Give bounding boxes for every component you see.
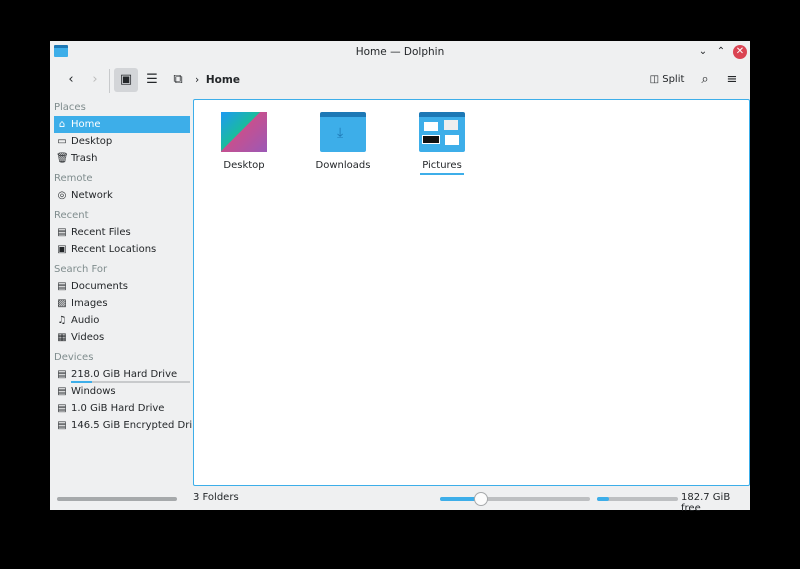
file-name: Pictures: [402, 160, 482, 175]
sidebar-item-146-5-gib-encrypted-drive[interactable]: ▤ 146.5 GiB Encrypted Drive: [50, 417, 192, 434]
sidebar-item-label: 1.0 GiB Hard Drive: [71, 403, 165, 414]
sidebar-item-images[interactable]: ▨ Images: [50, 295, 192, 312]
desktop-thumbnail: [221, 112, 267, 152]
breadcrumb[interactable]: › Home: [195, 68, 240, 92]
home-icon: ⌂: [58, 119, 66, 130]
sidebar-item-audio[interactable]: ♫ Audio: [50, 312, 192, 329]
details-view-button[interactable]: ☰: [140, 68, 164, 92]
icons-view-button[interactable]: ▣: [114, 68, 138, 92]
title-bar: Home — Dolphin ⌄ ⌃ ✕: [50, 41, 750, 63]
maximize-icon[interactable]: ⌃: [714, 45, 728, 59]
dolphin-window: Home — Dolphin ⌄ ⌃ ✕ ‹ › ▣ ☰ ⧉ › Home ◫ …: [50, 41, 750, 514]
status-bar: 3 Folders 182.7 GiB free: [50, 487, 750, 514]
recent-locations-icon: ▣: [57, 244, 67, 255]
file-item-pictures[interactable]: Pictures: [402, 112, 482, 175]
sidebar-item-label: Audio: [71, 315, 100, 326]
desktop-icon: ▭: [57, 136, 67, 147]
drive-unmounted-icon: ▤: [57, 386, 67, 397]
file-item-desktop[interactable]: Desktop: [204, 112, 284, 171]
file-item-downloads[interactable]: ⤓ Downloads: [303, 112, 383, 171]
toolbar-separator: [109, 69, 110, 93]
sidebar-item-label: Recent Files: [71, 227, 131, 238]
sidebar-item-documents[interactable]: ▤ Documents: [50, 278, 192, 295]
status-summary: 3 Folders: [193, 492, 239, 503]
section-header: Devices: [54, 352, 94, 363]
sidebar-item-recent-locations[interactable]: ▣ Recent Locations: [50, 241, 192, 258]
breadcrumb-home[interactable]: Home: [206, 74, 240, 86]
search-icon: ⌕: [701, 72, 709, 87]
drive-unmounted-icon: ▤: [57, 403, 67, 414]
split-icon: ◫: [649, 74, 660, 85]
split-label: Split: [662, 74, 685, 85]
sidebar-item-desktop[interactable]: ▭ Desktop: [50, 133, 192, 150]
hamburger-menu-icon: ≡: [726, 72, 738, 87]
network-icon: ◎: [57, 190, 67, 201]
sidebar-item-label: Recent Locations: [71, 244, 157, 255]
sidebar-item-trash[interactable]: 🗑 Trash: [50, 150, 192, 167]
sidebar-item-label: Desktop: [71, 136, 113, 147]
sidebar-item-label: Trash: [71, 153, 98, 164]
sidebar-item-home[interactable]: ⌂ Home: [54, 116, 190, 133]
audio-icon: ♫: [57, 315, 67, 326]
download-folder-icon: ⤓: [320, 112, 366, 152]
sidebar-item-label: Home: [71, 119, 101, 130]
folder-app-icon: [54, 45, 68, 57]
section-header: Recent: [54, 210, 89, 221]
recent-files-icon: ▤: [57, 227, 67, 238]
sidebar-item-recent-files[interactable]: ▤ Recent Files: [50, 224, 192, 241]
section-header: Places: [54, 102, 86, 113]
window-title: Home — Dolphin: [355, 46, 445, 58]
free-space-label: 182.7 GiB free: [681, 492, 731, 514]
close-icon[interactable]: ✕: [733, 45, 747, 59]
free-space-bar: [597, 497, 678, 501]
pictures-folder-icon: [419, 112, 465, 152]
hard-drive-icon: ▤: [57, 369, 67, 380]
sidebar-item-label: Network: [71, 190, 113, 201]
sidebar-item-label: Documents: [71, 281, 129, 292]
encrypted-drive-icon: ▤: [57, 420, 67, 431]
back-button[interactable]: ‹: [60, 68, 82, 92]
file-name: Downloads: [315, 160, 371, 171]
sidebar-item-1-0-gib-hard-drive[interactable]: ▤ 1.0 GiB Hard Drive: [50, 400, 192, 417]
compact-view-button[interactable]: ⧉: [166, 68, 190, 92]
videos-icon: ▦: [57, 332, 67, 343]
sidebar-scrollbar[interactable]: [57, 497, 177, 501]
images-icon: ▨: [57, 298, 67, 309]
sidebar-item-218-0-gib-hard-drive[interactable]: ▤ 218.0 GiB Hard Drive: [50, 366, 192, 383]
zoom-slider[interactable]: [440, 492, 590, 506]
search-button[interactable]: ⌕: [695, 68, 715, 92]
sidebar-item-label: Images: [71, 298, 108, 309]
sidebar-item-windows[interactable]: ▤ Windows: [50, 383, 192, 400]
sidebar-item-videos[interactable]: ▦ Videos: [50, 329, 192, 346]
split-button[interactable]: ◫ Split: [646, 68, 688, 92]
sidebar-item-label: 146.5 GiB Encrypted Drive: [71, 420, 192, 431]
sidebar-item-label: Videos: [71, 332, 105, 343]
sidebar-item-label: Windows: [71, 386, 116, 397]
section-header: Remote: [54, 173, 93, 184]
sidebar-item-label: 218.0 GiB Hard Drive: [71, 369, 178, 380]
places-panel: Places ⌂ Home ▭ Desktop 🗑 Trash Remote ◎ Network R…: [50, 99, 192, 485]
toolbar: ‹ › ▣ ☰ ⧉ › Home ◫ Split ⌕ ≡: [50, 63, 750, 98]
minimize-icon[interactable]: ⌄: [696, 45, 710, 59]
sidebar-item-network[interactable]: ◎ Network: [50, 187, 192, 204]
menu-button[interactable]: ≡: [722, 68, 742, 92]
trash-icon: 🗑: [56, 153, 69, 164]
zoom-slider-handle[interactable]: [473, 492, 488, 506]
documents-icon: ▤: [57, 281, 67, 292]
forward-button[interactable]: ›: [84, 68, 106, 92]
section-header: Search For: [54, 264, 108, 275]
file-name: Desktop: [223, 160, 265, 171]
file-view[interactable]: Desktop ⤓ Downloads Pictures: [193, 99, 750, 486]
